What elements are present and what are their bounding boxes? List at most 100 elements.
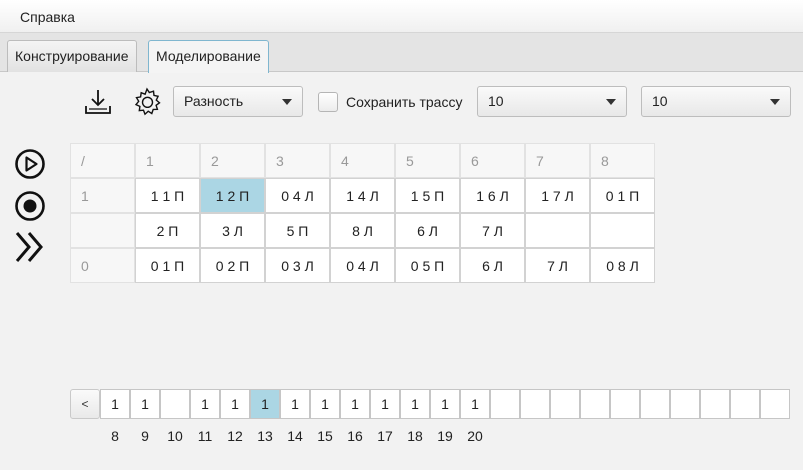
- table-cell[interactable]: 1 1 П: [135, 178, 200, 213]
- chevron-down-icon: [606, 99, 616, 105]
- table-cell[interactable]: [590, 213, 655, 248]
- pager-cell[interactable]: 1: [310, 389, 340, 419]
- fast-forward-icon: [15, 232, 43, 262]
- pager-label: 13: [257, 428, 273, 444]
- pager-cell[interactable]: 1: [130, 389, 160, 419]
- select-a[interactable]: 10: [477, 86, 627, 117]
- pager-label: 14: [287, 428, 303, 444]
- pager-label: 11: [197, 428, 213, 444]
- tab-modeling[interactable]: Моделирование: [148, 40, 269, 73]
- table-cell[interactable]: 8 Л: [330, 213, 395, 248]
- table-cell[interactable]: 1 2 П: [200, 178, 265, 213]
- pager-label: 15: [317, 428, 333, 444]
- select-a-value: 10: [488, 93, 504, 109]
- table-cell[interactable]: 6 Л: [395, 213, 460, 248]
- pager-cell[interactable]: 1: [220, 389, 250, 419]
- pager-cell[interactable]: [160, 389, 190, 419]
- pager-cell[interactable]: [730, 389, 760, 419]
- table-cell[interactable]: 7 Л: [460, 213, 525, 248]
- save-trace-checkbox[interactable]: Сохранить трассу: [318, 92, 462, 112]
- table-cell[interactable]: 0 3 Л: [265, 248, 330, 283]
- pager-label: 12: [227, 428, 243, 444]
- table-cell[interactable]: 7 Л: [525, 248, 590, 283]
- pager-cell[interactable]: 1: [190, 389, 220, 419]
- pager-cell[interactable]: [760, 389, 790, 419]
- table-cell[interactable]: 0 4 Л: [265, 178, 330, 213]
- table-cell[interactable]: 1 6 Л: [460, 178, 525, 213]
- menu-help[interactable]: Справка: [20, 9, 75, 25]
- download-button[interactable]: [82, 86, 114, 118]
- pager-label: 19: [437, 428, 453, 444]
- pager-cell[interactable]: 1: [100, 389, 130, 419]
- pager-cell[interactable]: 1: [340, 389, 370, 419]
- pager-label: 16: [347, 428, 363, 444]
- table-cell[interactable]: 2 П: [135, 213, 200, 248]
- pager-prev-button[interactable]: <: [70, 389, 100, 419]
- pager-cell[interactable]: [580, 389, 610, 419]
- column-header: 6: [460, 143, 525, 178]
- select-b-value: 10: [652, 93, 668, 109]
- table-cell[interactable]: [525, 213, 590, 248]
- chevron-down-icon: [770, 99, 780, 105]
- column-header: 5: [395, 143, 460, 178]
- pager-cell[interactable]: [610, 389, 640, 419]
- table-cell[interactable]: 1 5 П: [395, 178, 460, 213]
- pager-cell[interactable]: 1: [370, 389, 400, 419]
- settings-button[interactable]: [131, 86, 163, 118]
- table-cell[interactable]: 0 2 П: [200, 248, 265, 283]
- table-cell[interactable]: 3 Л: [200, 213, 265, 248]
- table-cell[interactable]: 6 Л: [460, 248, 525, 283]
- pager-cell[interactable]: [670, 389, 700, 419]
- chevron-down-icon: [282, 99, 292, 105]
- pager-cell[interactable]: [640, 389, 670, 419]
- play-circle-icon: [15, 149, 45, 179]
- column-header: 2: [200, 143, 265, 178]
- pager-cell[interactable]: 1: [250, 389, 280, 419]
- pager-cell[interactable]: [490, 389, 520, 419]
- toolbar: Разность Сохранить трассу 10 10: [0, 82, 803, 122]
- stop-button[interactable]: [14, 190, 46, 222]
- pager-cell[interactable]: [700, 389, 730, 419]
- table-cell[interactable]: 1 7 Л: [525, 178, 590, 213]
- pager-label: 10: [167, 428, 183, 444]
- pager-cell[interactable]: 1: [460, 389, 490, 419]
- table-cell[interactable]: 5 П: [265, 213, 330, 248]
- column-header: 7: [525, 143, 590, 178]
- table-cell[interactable]: 0 8 Л: [590, 248, 655, 283]
- play-button[interactable]: [14, 148, 46, 180]
- fast-forward-button[interactable]: [14, 231, 46, 263]
- row-header: 0: [70, 248, 135, 283]
- mode-select-value: Разность: [184, 93, 244, 109]
- table-corner: /: [70, 143, 135, 178]
- table-cell[interactable]: 0 5 П: [395, 248, 460, 283]
- download-tray-icon: [85, 90, 111, 114]
- stop-circle-icon: [15, 191, 45, 221]
- tab-construction[interactable]: Конструирование: [7, 40, 137, 72]
- row-header: [70, 213, 135, 248]
- pager-cell[interactable]: 1: [280, 389, 310, 419]
- checkbox-box[interactable]: [318, 92, 338, 112]
- tab-bar: Конструирование Моделирование: [0, 33, 803, 73]
- column-header: 3: [265, 143, 330, 178]
- pager-label: 8: [111, 428, 119, 444]
- row-header: 1: [70, 178, 135, 213]
- menu-bar: Справка: [0, 0, 803, 33]
- pager-label: 17: [377, 428, 393, 444]
- pager-cell[interactable]: 1: [430, 389, 460, 419]
- select-b[interactable]: 10: [641, 86, 791, 117]
- pager-label: 18: [407, 428, 423, 444]
- table-cell[interactable]: 0 1 П: [590, 178, 655, 213]
- gear-icon: [134, 87, 161, 116]
- pager-cell[interactable]: [550, 389, 580, 419]
- table-cell[interactable]: 0 4 Л: [330, 248, 395, 283]
- table-cell[interactable]: 0 1 П: [135, 248, 200, 283]
- pager-label: 20: [467, 428, 483, 444]
- table-cell[interactable]: 1 4 Л: [330, 178, 395, 213]
- column-header: 4: [330, 143, 395, 178]
- column-header: 8: [590, 143, 655, 178]
- pager-cell[interactable]: 1: [400, 389, 430, 419]
- pager-cell[interactable]: [520, 389, 550, 419]
- column-header: 1: [135, 143, 200, 178]
- save-trace-label: Сохранить трассу: [346, 94, 463, 110]
- mode-select[interactable]: Разность: [173, 86, 303, 117]
